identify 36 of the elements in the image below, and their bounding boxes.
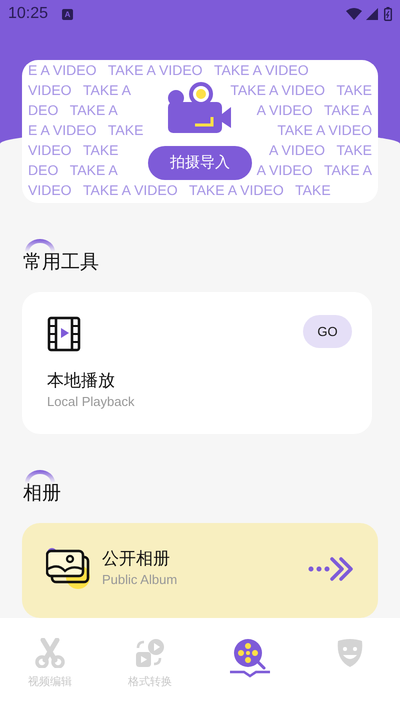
pattern-text: A VIDEO TAKE A	[256, 162, 372, 178]
tool-card[interactable]: GO 本地播放 Local Playback	[22, 292, 372, 434]
pattern-text: TAKE A VIDEO TAKE	[230, 82, 372, 98]
notification-icon: A	[62, 8, 74, 20]
section-title: 相册	[22, 482, 62, 506]
scissors-icon[interactable]	[35, 638, 65, 668]
signal-icon	[366, 8, 378, 20]
pattern-text: A VIDEO TAKE A	[256, 102, 372, 118]
smiley-mask-icon[interactable]	[335, 638, 365, 668]
pattern-text: DEO TAKE A	[28, 102, 118, 118]
album-card[interactable]: 公开相册 Public Album	[22, 523, 378, 618]
status-time: 10:25	[8, 4, 48, 24]
pattern-text: DEO TAKE A	[28, 162, 118, 178]
photo-album-icon	[46, 546, 92, 590]
pattern-text: VIDEO TAKE A	[28, 82, 131, 98]
pattern-text: A VIDEO TAKE	[269, 142, 372, 158]
convert-icon[interactable]	[134, 638, 166, 668]
card-title: 公开相册	[102, 548, 171, 570]
wifi-icon	[346, 8, 362, 20]
go-button[interactable]: GO	[303, 315, 352, 348]
arc-icon	[24, 469, 56, 483]
section-title: 常用工具	[22, 251, 100, 275]
film-play-icon	[47, 316, 81, 352]
arc-icon	[24, 238, 56, 252]
pattern-text: VIDEO TAKE	[28, 142, 119, 158]
pattern-text: E A VIDEO TAKE A VIDEO TAKE A VIDEO	[28, 62, 309, 78]
card-subtitle: Local Playback	[47, 393, 136, 411]
battery-icon	[384, 7, 392, 21]
card-title: 本地播放	[47, 370, 116, 392]
pattern-text: VIDEO TAKE A VIDEO TAKE A VIDEO TAKE	[28, 182, 331, 198]
pattern-text: TAKE A VIDEO	[277, 122, 372, 138]
pattern-text: E A VIDEO TAKE	[28, 122, 144, 138]
card-subtitle: Public Album	[102, 570, 178, 588]
double-arrow-icon	[308, 556, 354, 582]
capture-import-button[interactable]: 拍摄导入	[148, 146, 252, 180]
film-reel-icon[interactable]	[228, 638, 272, 678]
